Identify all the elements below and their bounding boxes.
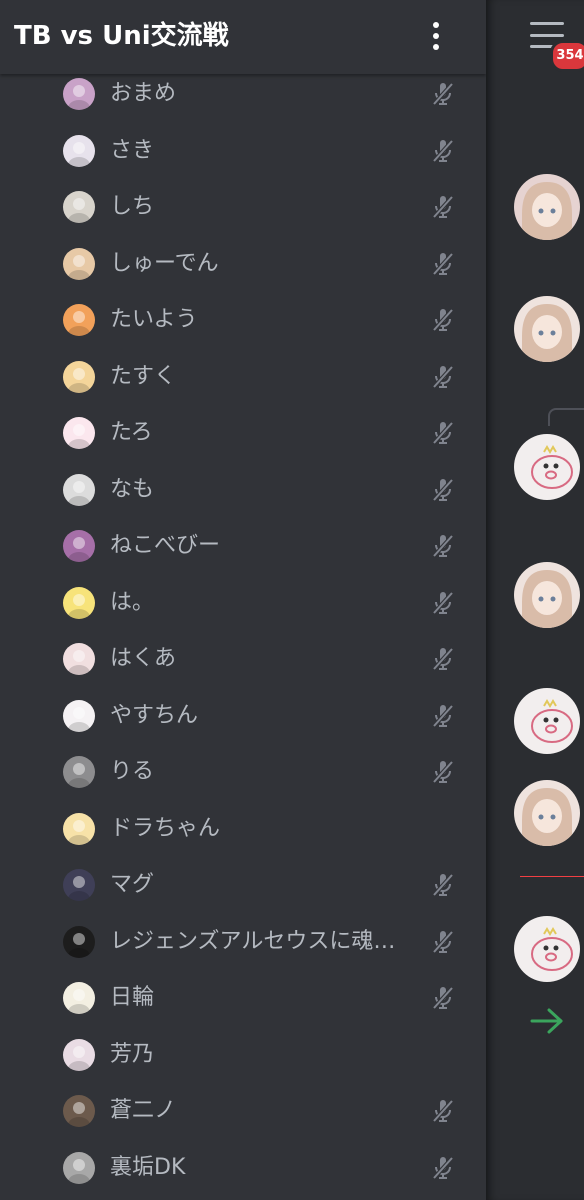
avatar bbox=[63, 191, 95, 223]
member-row[interactable]: は。 bbox=[0, 575, 486, 632]
avatar bbox=[63, 586, 95, 619]
member-row[interactable]: りる bbox=[0, 744, 486, 801]
avatar bbox=[63, 417, 95, 449]
muted-mic-icon bbox=[432, 534, 454, 558]
muted-mic-icon bbox=[432, 421, 454, 445]
muted-mic-icon bbox=[432, 1156, 454, 1179]
avatar bbox=[63, 1151, 95, 1184]
muted-mic-icon bbox=[432, 139, 454, 162]
member-name: おまめ bbox=[110, 81, 177, 106]
member-row[interactable]: やすちん bbox=[0, 688, 486, 745]
member-name: やすちん bbox=[110, 702, 199, 728]
member-row[interactable]: たろ bbox=[0, 405, 486, 462]
member-row[interactable]: たすく bbox=[0, 349, 486, 406]
avatar bbox=[63, 304, 95, 336]
member-name: レジェンズアルセウスに魂… bbox=[110, 928, 396, 954]
member-name: は。 bbox=[110, 589, 155, 615]
member-name: たすく bbox=[110, 363, 177, 389]
muted-mic-icon bbox=[432, 195, 454, 219]
member-row[interactable]: 芳乃 bbox=[0, 1027, 486, 1084]
muted-mic-icon bbox=[432, 365, 454, 388]
avatar-anime[interactable] bbox=[514, 780, 580, 846]
muted-mic-icon bbox=[432, 1099, 454, 1123]
muted-mic-icon bbox=[432, 82, 454, 106]
member-name: はくあ bbox=[110, 646, 177, 671]
reply-connector bbox=[548, 408, 584, 426]
muted-mic-icon bbox=[432, 647, 454, 671]
member-name: たいよう bbox=[110, 307, 198, 332]
member-name: さき bbox=[110, 137, 155, 163]
avatar bbox=[63, 1095, 95, 1127]
avatar bbox=[63, 812, 95, 845]
new-messages-divider bbox=[520, 876, 584, 877]
avatar bbox=[63, 699, 95, 732]
avatar bbox=[63, 473, 95, 506]
avatar-anime[interactable] bbox=[514, 562, 580, 628]
member-row[interactable]: 日輪 bbox=[0, 970, 486, 1027]
member-name: 芳乃 bbox=[110, 1041, 155, 1067]
avatar bbox=[63, 643, 95, 675]
more-options-icon[interactable] bbox=[422, 20, 450, 52]
member-row[interactable]: おまめ bbox=[0, 66, 486, 123]
muted-mic-icon bbox=[432, 986, 454, 1010]
member-name: ドラちゃん bbox=[110, 815, 221, 841]
muted-mic-icon bbox=[432, 930, 454, 953]
muted-mic-icon bbox=[432, 873, 454, 897]
member-row[interactable]: たいよう bbox=[0, 292, 486, 349]
member-row[interactable]: なも bbox=[0, 462, 486, 519]
muted-mic-icon bbox=[432, 704, 454, 727]
member-row[interactable]: しゅーでん bbox=[0, 236, 486, 293]
avatar-pig[interactable] bbox=[514, 688, 580, 754]
muted-mic-icon bbox=[432, 478, 454, 501]
avatar bbox=[63, 530, 95, 562]
member-name: マグ bbox=[110, 872, 155, 897]
avatar bbox=[63, 982, 95, 1014]
muted-mic-icon bbox=[432, 760, 454, 784]
member-name: 日輪 bbox=[110, 985, 155, 1010]
avatar bbox=[63, 360, 95, 393]
member-name: りる bbox=[110, 759, 155, 784]
avatar bbox=[63, 247, 95, 280]
muted-mic-icon bbox=[432, 252, 454, 275]
member-name: 蒼二ノ bbox=[110, 1098, 177, 1123]
avatar bbox=[63, 1038, 95, 1071]
member-row[interactable]: 裏垢DK bbox=[0, 1140, 486, 1197]
voice-channel-drawer: TB vs Uni交流戦 おまめさきしちしゅーでんたいようたすくたろなもねこべび… bbox=[0, 0, 486, 1200]
member-row[interactable]: マグ bbox=[0, 857, 486, 914]
member-name: ねこべびー bbox=[110, 533, 221, 558]
avatar bbox=[63, 925, 95, 958]
avatar-anime[interactable] bbox=[514, 296, 580, 362]
avatar bbox=[63, 78, 95, 110]
unread-badge: 354 bbox=[550, 40, 584, 72]
chat-panel-peek[interactable]: 354 bbox=[486, 0, 584, 1200]
avatar-pig[interactable] bbox=[514, 916, 580, 982]
member-name: 裏垢DK bbox=[110, 1154, 186, 1180]
member-row[interactable]: さき bbox=[0, 123, 486, 180]
avatar bbox=[63, 869, 95, 901]
drawer-header: TB vs Uni交流戦 bbox=[0, 0, 486, 74]
member-row[interactable]: 蒼二ノ bbox=[0, 1083, 486, 1140]
member-name: たろ bbox=[110, 420, 153, 445]
arrow-right-icon bbox=[530, 1008, 563, 1034]
member-name: しち bbox=[110, 194, 155, 219]
channel-title: TB vs Uni交流戦 bbox=[14, 21, 229, 51]
muted-mic-icon bbox=[432, 591, 454, 614]
member-row[interactable]: ドラちゃん bbox=[0, 801, 486, 858]
member-row[interactable]: しち bbox=[0, 179, 486, 236]
app-screen: TB vs Uni交流戦 おまめさきしちしゅーでんたいようたすくたろなもねこべび… bbox=[0, 0, 584, 1200]
avatar-pig[interactable] bbox=[514, 434, 580, 500]
avatar-girl[interactable] bbox=[514, 174, 580, 240]
member-row[interactable]: はくあ bbox=[0, 631, 486, 688]
avatar bbox=[63, 756, 95, 788]
member-row[interactable]: ねこべびー bbox=[0, 518, 486, 575]
member-row[interactable]: レジェンズアルセウスに魂… bbox=[0, 914, 486, 971]
muted-mic-icon bbox=[432, 308, 454, 332]
member-name: しゅーでん bbox=[110, 250, 219, 276]
avatar bbox=[63, 134, 95, 167]
member-name: なも bbox=[110, 476, 155, 502]
member-list: おまめさきしちしゅーでんたいようたすくたろなもねこべびーは。はくあやすちんりるド… bbox=[0, 66, 486, 1196]
